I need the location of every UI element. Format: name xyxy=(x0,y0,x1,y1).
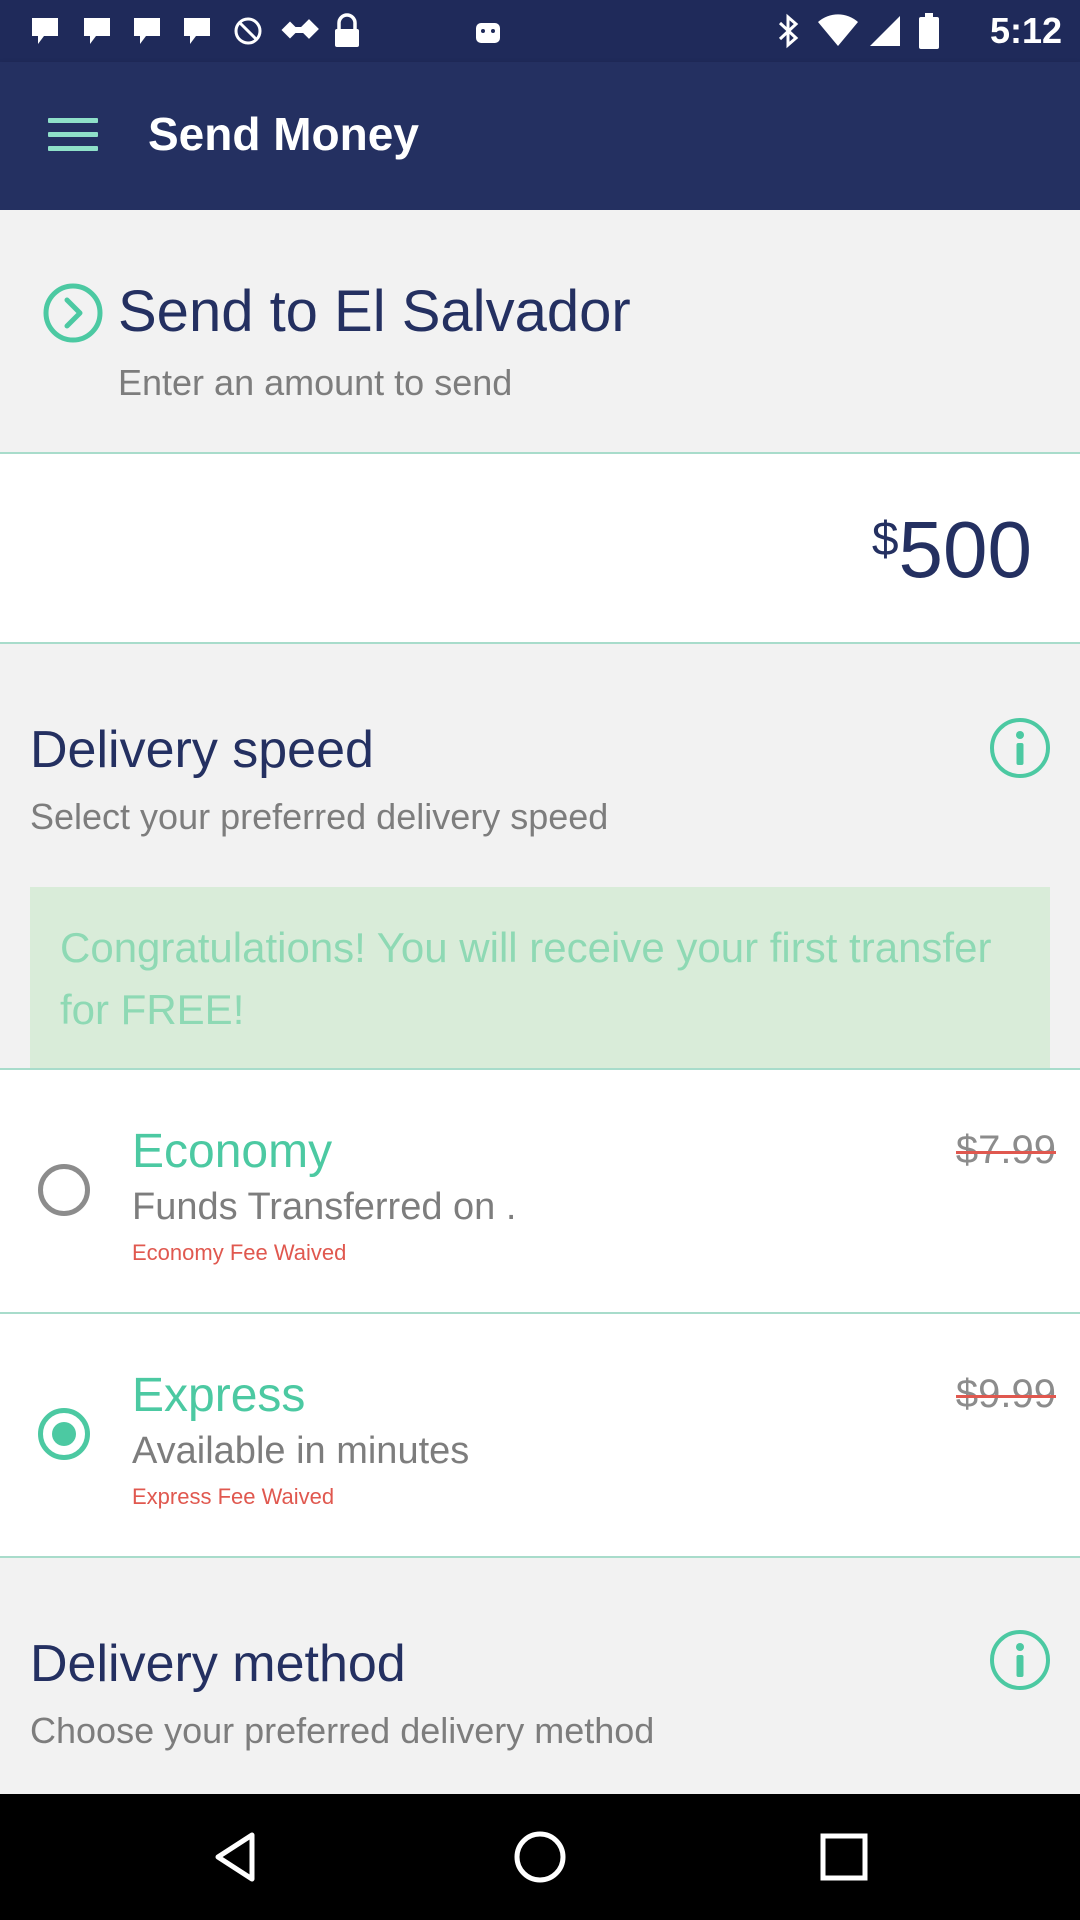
economy-radio[interactable] xyxy=(38,1164,90,1216)
amount-field[interactable]: $500 xyxy=(0,454,1080,644)
android-icon xyxy=(472,12,504,50)
option-fee-note: Express Fee Waived xyxy=(132,1484,335,1509)
chevron-right-circle-icon[interactable] xyxy=(42,282,104,344)
option-description: Available in minutes xyxy=(132,1430,470,1472)
delivery-method-subtitle: Choose your preferred delivery method xyxy=(30,1710,655,1751)
home-icon[interactable] xyxy=(510,1827,570,1887)
currency-symbol: $ xyxy=(871,513,899,566)
express-radio[interactable] xyxy=(38,1408,90,1460)
promo-banner: Congratulations! You will receive your f… xyxy=(30,887,1050,1068)
send-destination-title: Send to El Salvador xyxy=(118,279,631,344)
amount-display[interactable]: $500 xyxy=(872,504,1032,596)
signal-icon xyxy=(868,12,902,50)
status-time: 5:12 xyxy=(989,10,1062,51)
bluetooth-icon xyxy=(774,12,804,50)
amount-value: 500 xyxy=(898,505,1032,594)
back-icon[interactable] xyxy=(206,1827,266,1887)
blocked-icon xyxy=(232,12,264,50)
menu-icon[interactable] xyxy=(48,118,98,156)
info-icon[interactable] xyxy=(988,1628,1052,1692)
option-price: $9.99 xyxy=(955,1372,1057,1416)
option-description: Funds Transferred on . xyxy=(132,1186,517,1228)
page-title: Send Money xyxy=(148,108,419,160)
status-bar: 5:12 xyxy=(0,0,1080,62)
delivery-speed-title: Delivery speed xyxy=(30,721,374,779)
satellite-icon xyxy=(278,12,322,50)
slack-icon xyxy=(80,12,114,50)
info-icon[interactable] xyxy=(988,716,1052,780)
delivery-speed-section: Delivery speed Select your preferred del… xyxy=(0,644,1080,1070)
delivery-method-section: Delivery method Choose your preferred de… xyxy=(0,1558,1080,1794)
send-subtitle: Enter an amount to send xyxy=(118,362,513,403)
slack-icon xyxy=(28,12,62,50)
option-name: Economy xyxy=(132,1125,333,1178)
wifi-icon xyxy=(818,12,858,50)
delivery-speed-subtitle: Select your preferred delivery speed xyxy=(30,796,609,837)
option-price: $7.99 xyxy=(955,1128,1057,1172)
option-fee-note: Economy Fee Waived xyxy=(132,1240,347,1265)
app-bar: Send Money xyxy=(0,62,1080,210)
recents-icon[interactable] xyxy=(814,1827,874,1887)
battery-icon xyxy=(918,12,940,50)
option-name: Express xyxy=(132,1369,306,1422)
send-header: Send to El Salvador Enter an amount to s… xyxy=(0,210,1080,454)
delivery-method-title: Delivery method xyxy=(30,1635,406,1693)
slack-icon xyxy=(130,12,164,50)
slack-icon xyxy=(180,12,214,50)
system-nav-bar xyxy=(0,1794,1080,1920)
lock-icon xyxy=(332,12,362,50)
delivery-option-economy[interactable]: Economy Funds Transferred on . Economy F… xyxy=(0,1070,1080,1314)
delivery-option-express[interactable]: Express Available in minutes Express Fee… xyxy=(0,1314,1080,1558)
